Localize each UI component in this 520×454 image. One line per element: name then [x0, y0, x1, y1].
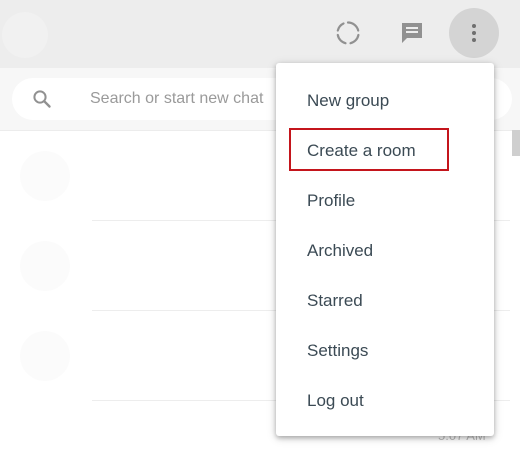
avatar — [20, 331, 70, 381]
menu-item-profile[interactable]: Profile — [276, 176, 494, 226]
profile-avatar[interactable] — [2, 12, 48, 58]
status-ring-icon — [336, 21, 360, 45]
menu-item-log-out[interactable]: Log out — [276, 376, 494, 426]
scrollbar-thumb[interactable] — [512, 130, 520, 156]
menu-item-archived[interactable]: Archived — [276, 226, 494, 276]
kebab-menu-icon — [472, 24, 476, 42]
menu-button[interactable] — [449, 8, 499, 58]
avatar — [20, 241, 70, 291]
app-header — [0, 0, 520, 68]
message-icon — [402, 23, 422, 43]
menu-item-new-group[interactable]: New group — [276, 76, 494, 126]
menu-item-starred[interactable]: Starred — [276, 276, 494, 326]
search-input[interactable] — [90, 88, 280, 110]
search-icon — [33, 90, 51, 108]
context-menu: New group Create a room Profile Archived… — [276, 63, 494, 436]
avatar — [20, 151, 70, 201]
menu-item-settings[interactable]: Settings — [276, 326, 494, 376]
status-button[interactable] — [324, 9, 372, 57]
menu-item-create-room[interactable]: Create a room — [276, 126, 494, 176]
new-chat-button[interactable] — [388, 9, 436, 57]
